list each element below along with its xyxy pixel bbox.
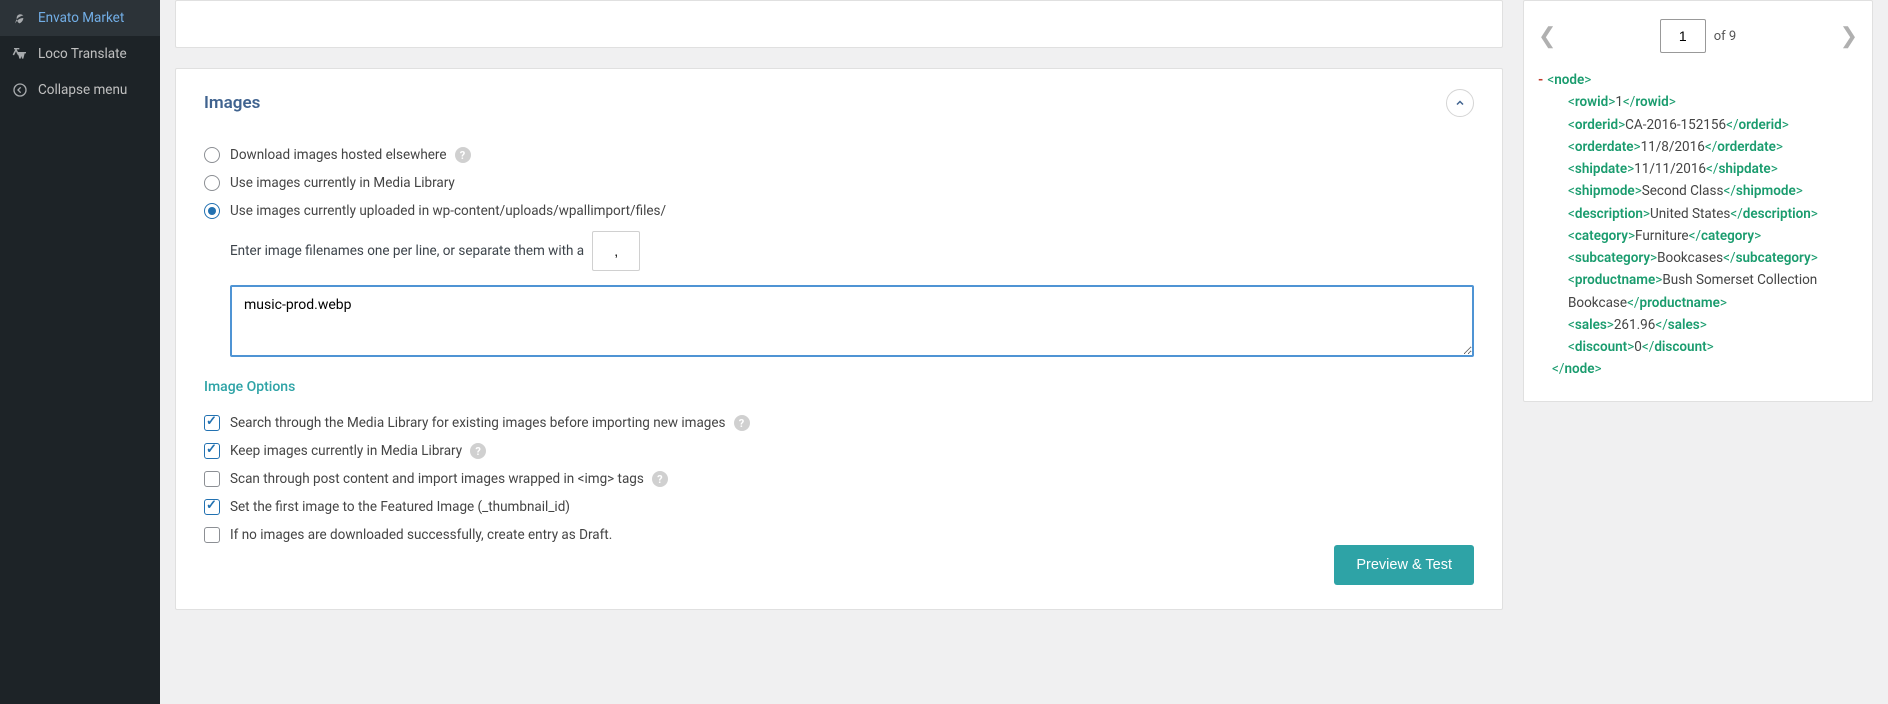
check-label: Search through the Media Library for exi… (230, 415, 726, 431)
pager-prev-button[interactable]: ❮ (1538, 24, 1556, 49)
sidebar-item-label: Collapse menu (38, 82, 127, 98)
check-label: Scan through post content and import ima… (230, 471, 644, 487)
check-keep-media[interactable] (204, 443, 220, 459)
xml-field-row[interactable]: <rowid>1</rowid> (1538, 91, 1862, 113)
radio-label: Use images currently in Media Library (230, 175, 455, 191)
xml-field-row[interactable]: <orderid>CA-2016-152156</orderid> (1538, 114, 1862, 136)
radio-label: Download images hosted elsewhere (230, 147, 447, 163)
xml-collapse-toggle[interactable]: - (1538, 72, 1543, 88)
preview-test-button[interactable]: Preview & Test (1334, 545, 1474, 585)
help-icon[interactable]: ? (470, 443, 486, 459)
radio-uploads-folder[interactable] (204, 203, 220, 219)
xml-field-row[interactable]: <shipmode>Second Class</shipmode> (1538, 180, 1862, 202)
leaf-icon (10, 8, 30, 28)
xml-tree: -<node> <rowid>1</rowid><orderid>CA-2016… (1534, 69, 1862, 381)
xml-field-row[interactable]: <orderdate>11/8/2016</orderdate> (1538, 136, 1862, 158)
radio-media-library[interactable] (204, 175, 220, 191)
sidebar-item-label: Loco Translate (38, 46, 127, 62)
image-options-link[interactable]: Image Options (204, 379, 1474, 395)
filenames-textarea[interactable] (230, 285, 1474, 357)
sidebar-item-label: Envato Market (38, 10, 124, 26)
check-label: Set the first image to the Featured Imag… (230, 499, 570, 515)
collapse-icon (10, 80, 30, 100)
check-scan-img-tags[interactable] (204, 471, 220, 487)
sidebar-item-envato[interactable]: Envato Market (0, 0, 160, 36)
help-icon[interactable]: ? (734, 415, 750, 431)
xml-field-row[interactable]: <shipdate>11/11/2016</shipdate> (1538, 158, 1862, 180)
check-search-media[interactable] (204, 415, 220, 431)
xml-field-row[interactable]: <description>United States</description> (1538, 203, 1862, 225)
collapse-section-button[interactable] (1446, 89, 1474, 117)
record-pager: ❮ of 9 ❯ (1534, 13, 1862, 69)
xml-field-row[interactable]: <subcategory>Bookcases</subcategory> (1538, 247, 1862, 269)
images-pane: Images Download images hosted elsewhere … (175, 68, 1503, 610)
help-icon[interactable]: ? (455, 147, 471, 163)
help-icon[interactable]: ? (652, 471, 668, 487)
radio-label: Use images currently uploaded in wp-cont… (230, 203, 666, 219)
xml-field-row[interactable]: <category>Furniture</category> (1538, 225, 1862, 247)
pager-page-input[interactable] (1660, 19, 1706, 53)
xml-field-row[interactable]: <sales>261.96</sales> (1538, 314, 1862, 336)
separator-instruction: Enter image filenames one per line, or s… (230, 243, 584, 259)
section-title: Images (204, 93, 260, 113)
check-label: Keep images currently in Media Library (230, 443, 462, 459)
xml-field-row[interactable]: <productname>Bush Somerset Collection Bo… (1538, 269, 1862, 314)
translate-icon (10, 44, 30, 64)
sidebar-item-collapse[interactable]: Collapse menu (0, 72, 160, 108)
check-label: If no images are downloaded successfully… (230, 527, 612, 543)
pager-next-button[interactable]: ❯ (1840, 24, 1858, 49)
radio-download-images[interactable] (204, 147, 220, 163)
sidebar-item-loco[interactable]: Loco Translate (0, 36, 160, 72)
separator-input[interactable] (592, 231, 640, 271)
xml-preview-pane: ❮ of 9 ❯ -<node> <rowid>1</rowid><orderi… (1523, 0, 1873, 402)
previous-section-pane (175, 0, 1503, 48)
xml-field-row[interactable]: <discount>0</discount> (1538, 336, 1862, 358)
admin-sidebar: Envato Market Loco Translate Collapse me… (0, 0, 160, 704)
check-draft-fallback[interactable] (204, 527, 220, 543)
check-featured-image[interactable] (204, 499, 220, 515)
pager-of-label: of 9 (1714, 29, 1736, 44)
